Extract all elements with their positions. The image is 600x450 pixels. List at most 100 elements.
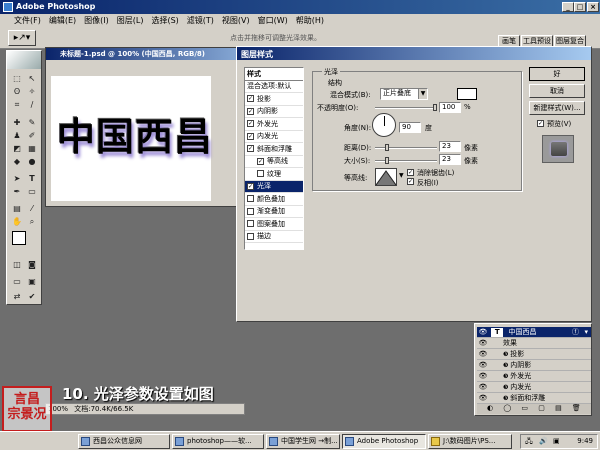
minimize-icon[interactable]: _ [562, 2, 574, 12]
lasso-tool-icon[interactable]: ʘ [10, 86, 24, 98]
style-item[interactable]: 混合选项:默认 [245, 81, 303, 93]
magic-wand-icon[interactable]: ✧ [25, 86, 39, 98]
invert-checkbox[interactable]: ✓ [407, 178, 414, 185]
layer-row-text[interactable]: 👁 T 中国西昌 ⓕ ▾ [477, 327, 591, 338]
opacity-input[interactable]: 100 [439, 102, 461, 113]
maximize-icon[interactable]: □ [574, 2, 586, 12]
zoom-tool-icon[interactable]: ⌕ [25, 216, 39, 228]
standard-mode-icon[interactable]: ◙ [25, 259, 39, 271]
size-slider-thumb[interactable] [385, 157, 389, 164]
fullscreen-icon[interactable]: ▣ [25, 276, 39, 288]
notes-tool-icon[interactable]: ▤ [10, 203, 24, 215]
brush-tool-icon[interactable]: ✎ [25, 117, 39, 129]
eyedropper-icon[interactable]: ⁄ [25, 203, 39, 215]
contour-picker[interactable] [375, 168, 397, 186]
antialias-checkbox[interactable]: ✓ [407, 169, 414, 176]
effects-eye-icon[interactable]: 👁 [477, 338, 489, 348]
effect-eye-icon[interactable]: 👁 [477, 371, 489, 381]
menu-view[interactable]: 视图(V) [218, 14, 254, 26]
taskbar-item-photoshop-soft[interactable]: photoshop——软... [172, 434, 264, 449]
style-item[interactable]: ✓ 等高线 [245, 156, 303, 168]
style-checkbox[interactable]: ✓ [247, 120, 254, 128]
foreground-color-swatch[interactable] [12, 231, 26, 245]
shape-tool-icon[interactable]: ▭ [25, 186, 39, 198]
effect-row[interactable]: 👁 ❸ 内阴影 [477, 360, 591, 371]
effect-row[interactable]: 👁 ❸ 斜面和浮雕 [477, 393, 591, 404]
style-checkbox[interactable]: ✓ [247, 182, 254, 190]
expand-effects-icon[interactable]: ▾ [584, 327, 588, 337]
distance-input[interactable]: 23 [439, 141, 461, 152]
fx-icon[interactable]: ⓕ [572, 327, 579, 337]
effect-row[interactable]: 👁 ❸ 内发光 [477, 382, 591, 393]
contour-dropdown-icon[interactable]: ▼ [399, 172, 404, 179]
move-tool-icon[interactable]: ↖ [25, 73, 39, 85]
tray-volume-icon[interactable]: 🔊 [539, 435, 548, 448]
imageready-icon[interactable]: ✔ [25, 291, 39, 303]
gradient-tool-icon[interactable]: ▦ [25, 143, 39, 155]
screen-mode-icon[interactable]: ▭ [10, 276, 24, 288]
effect-row[interactable]: 👁 ❸ 投影 [477, 349, 591, 360]
distance-slider[interactable] [375, 144, 437, 151]
opacity-slider[interactable] [375, 104, 437, 111]
style-item[interactable]: 样式 [245, 68, 303, 81]
menu-select[interactable]: 选择(S) [147, 14, 182, 26]
effect-eye-icon[interactable]: 👁 [477, 360, 489, 370]
blur-tool-icon[interactable]: ◆ [10, 156, 24, 168]
effect-eye-icon[interactable]: 👁 [477, 382, 489, 392]
size-slider[interactable] [375, 157, 437, 164]
marquee-tool-icon[interactable]: ⬚ [10, 73, 24, 85]
ok-button[interactable]: 好 [529, 67, 585, 81]
style-checkbox[interactable]: ✓ [247, 107, 254, 115]
taskbar-item-adobe-photoshop[interactable]: Adobe Photoshop [342, 434, 426, 449]
path-select-icon[interactable]: ➤ [10, 173, 24, 185]
menu-file[interactable]: 文件(F) [0, 14, 45, 26]
menu-edit[interactable]: 编辑(E) [45, 14, 80, 26]
tool-preset-button[interactable]: ▸↗▾ [8, 30, 36, 46]
slice-tool-icon[interactable]: ∕ [25, 99, 39, 111]
style-checkbox[interactable]: ✓ [257, 157, 264, 165]
style-checkbox[interactable] [247, 207, 254, 215]
menu-filter[interactable]: 滤镜(T) [183, 14, 218, 26]
hand-tool-icon[interactable]: ✋ [10, 216, 24, 228]
tray-network-icon[interactable]: 🖧 [525, 435, 533, 448]
preview-checkbox[interactable]: ✓ [537, 120, 544, 127]
angle-input[interactable]: 90 [399, 122, 421, 133]
style-checkbox[interactable]: ✓ [247, 95, 254, 103]
taskbar-item-xichang[interactable]: 西昌公众信息网 [78, 434, 170, 449]
tray-antivirus-icon[interactable]: ▣ [553, 435, 560, 448]
style-item[interactable]: ✓ 内发光 [245, 131, 303, 143]
style-item[interactable]: ✓ 外发光 [245, 118, 303, 131]
style-item[interactable]: 描边 [245, 231, 303, 243]
style-checkbox[interactable] [247, 220, 254, 228]
effect-row[interactable]: 👁 ❸ 外发光 [477, 371, 591, 382]
menu-image[interactable]: 图像(I) [80, 14, 113, 26]
crop-tool-icon[interactable]: ⌗ [10, 99, 24, 111]
healing-brush-icon[interactable]: ✚ [10, 117, 24, 129]
eye-icon[interactable]: 👁 [477, 327, 489, 337]
angle-dial[interactable] [372, 113, 396, 137]
size-input[interactable]: 23 [439, 154, 461, 165]
cancel-button[interactable]: 取消 [529, 84, 585, 98]
dodge-tool-icon[interactable]: ● [25, 156, 39, 168]
menu-window[interactable]: 窗口(W) [254, 14, 292, 26]
type-tool-icon[interactable]: T [25, 173, 39, 185]
taskbar-item-folder[interactable]: J:\数码图片\PS... [428, 434, 512, 449]
style-item[interactable]: ✓ 投影 [245, 93, 303, 106]
close-icon[interactable]: × [587, 2, 599, 12]
style-checkbox[interactable]: ✓ [247, 132, 254, 140]
jump-to-icon[interactable]: ⇄ [10, 291, 24, 303]
style-item[interactable]: 渐变叠加 [245, 206, 303, 218]
style-checkbox[interactable]: ✓ [247, 145, 254, 153]
style-checkbox[interactable] [257, 170, 264, 178]
blend-mode-select[interactable]: 正片叠底 ▼ [380, 88, 428, 100]
quick-mask-icon[interactable]: ◫ [10, 259, 24, 271]
taskbar-item-student-net[interactable]: 中国学生网 →制... [266, 434, 340, 449]
pen-tool-icon[interactable]: ✒ [10, 186, 24, 198]
distance-slider-thumb[interactable] [385, 144, 389, 151]
document-canvas[interactable]: 中国西昌 [51, 76, 212, 201]
menu-help[interactable]: 帮助(H) [292, 14, 328, 26]
style-checkbox[interactable] [247, 195, 254, 203]
stamp-tool-icon[interactable]: ♟ [10, 130, 24, 142]
style-item[interactable]: ✓ 斜面和浮雕 [245, 143, 303, 156]
style-checkbox[interactable] [247, 232, 254, 240]
